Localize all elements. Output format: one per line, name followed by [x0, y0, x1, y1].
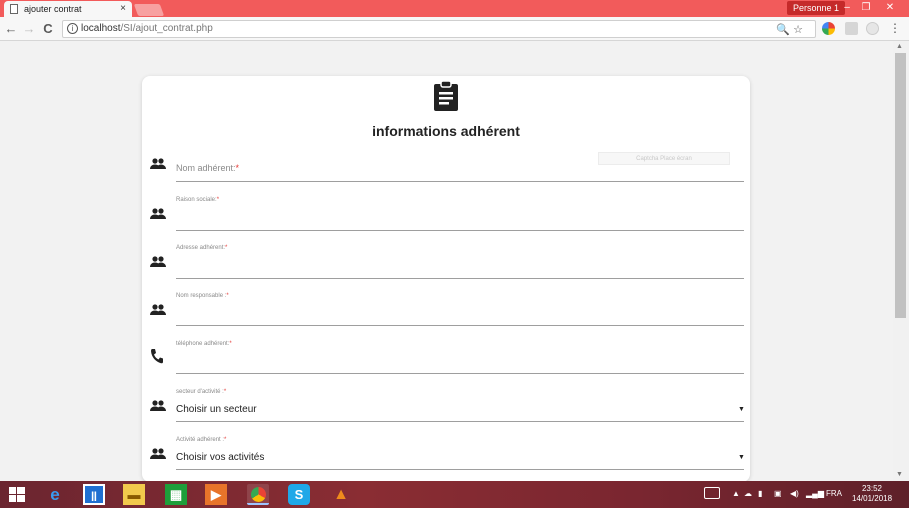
- select-value: Choisir vos activités: [176, 452, 265, 463]
- app-icon[interactable]: ‖: [83, 484, 105, 505]
- taskbar-clock[interactable]: 23:52 14/01/2018: [852, 484, 892, 504]
- clock-date: 14/01/2018: [852, 494, 893, 503]
- label-nom-responsable: Nom responsable :*: [176, 293, 229, 299]
- select-value: Choisir un secteur: [176, 404, 257, 415]
- store-icon[interactable]: ▦: [165, 484, 187, 505]
- input-underline: [176, 373, 744, 374]
- new-tab-button[interactable]: [133, 4, 165, 16]
- input-underline: [176, 278, 744, 279]
- chrome-icon[interactable]: [247, 484, 269, 505]
- tray-chevron-icon[interactable]: ▲: [732, 489, 740, 498]
- form-title: informations adhérent: [372, 123, 520, 139]
- bookmark-star-icon[interactable]: ☆: [793, 24, 803, 36]
- windows-taskbar: e ‖ ▬ ▦ ▶ S ▲ ▲ ☁ ▮ ▣ ◀) ▂▄▆ FRA: [0, 481, 909, 508]
- browser-titlebar: ajouter contrat × Personne 1 – ❐ ✕: [0, 0, 909, 17]
- input-underline: [176, 230, 744, 231]
- label-nom-adherent: Nom adhérent:*: [176, 163, 240, 173]
- field-nom-adherent[interactable]: Nom adhérent:*: [142, 154, 750, 182]
- vlc-icon[interactable]: ▲: [330, 484, 352, 505]
- input-underline: [176, 421, 744, 422]
- browser-toolbar: ← → C i localhost/SI/ajout_contrat.php 🔍…: [0, 17, 909, 41]
- people-icon: [150, 256, 166, 267]
- input-underline: [176, 469, 744, 470]
- language-indicator[interactable]: FRA: [826, 489, 842, 498]
- select-activite-adherent[interactable]: Activité adhérent :* Choisir vos activit…: [142, 434, 750, 472]
- scrollbar-thumb[interactable]: [895, 53, 906, 318]
- tab-title: ajouter contrat: [24, 4, 82, 14]
- url-host: localhost: [81, 23, 121, 34]
- extension-color-icon[interactable]: [822, 22, 835, 35]
- close-window-button[interactable]: ✕: [879, 0, 901, 17]
- label-raison-sociale: Raison sociale:*: [176, 197, 220, 203]
- field-nom-responsable[interactable]: Nom responsable :*: [142, 290, 750, 328]
- network-icon[interactable]: ▣: [774, 489, 782, 498]
- headphones-icon[interactable]: [866, 22, 879, 35]
- label-adresse-adherent: Adresse adhérent:*: [176, 245, 228, 251]
- dropdown-arrow-icon[interactable]: ▼: [738, 406, 745, 413]
- back-button[interactable]: ←: [4, 20, 18, 38]
- forward-button[interactable]: →: [22, 20, 36, 38]
- clock-time: 23:52: [861, 484, 883, 493]
- cloud-icon[interactable]: ☁: [744, 489, 752, 498]
- field-telephone-adherent[interactable]: téléphone adhérent:*: [142, 338, 750, 376]
- keyboard-icon[interactable]: [704, 487, 720, 499]
- tab-close-icon[interactable]: ×: [120, 3, 126, 14]
- windows-start-icon[interactable]: [6, 484, 28, 505]
- browser-menu-icon[interactable]: ⋮: [889, 21, 901, 35]
- input-underline: [176, 325, 744, 326]
- extension-icon[interactable]: [845, 22, 858, 35]
- address-bar[interactable]: i localhost/SI/ajout_contrat.php 🔍 ☆: [62, 20, 816, 38]
- reload-button[interactable]: C: [41, 20, 55, 38]
- restore-button[interactable]: ❐: [855, 0, 877, 17]
- people-icon: [150, 208, 166, 219]
- field-raison-sociale[interactable]: Raison sociale:*: [142, 194, 750, 232]
- media-player-icon[interactable]: ▶: [205, 484, 227, 505]
- clipboard-icon: [434, 80, 458, 111]
- label-secteur-activite: secteur d'activité :*: [176, 389, 227, 395]
- skype-icon[interactable]: S: [288, 484, 310, 505]
- people-icon: [150, 448, 166, 459]
- people-icon: [150, 304, 166, 315]
- input-underline: [176, 181, 744, 182]
- info-icon[interactable]: i: [67, 23, 78, 34]
- document-icon: [10, 4, 18, 14]
- phone-icon: [151, 349, 163, 364]
- label-activite-adherent: Activité adhérent :*: [176, 437, 227, 443]
- form-card: informations adhérent Captcha Place écra…: [142, 76, 750, 482]
- edge-icon[interactable]: e: [44, 484, 66, 505]
- field-adresse-adherent[interactable]: Adresse adhérent:*: [142, 242, 750, 280]
- dropdown-arrow-icon[interactable]: ▼: [738, 454, 745, 461]
- volume-icon[interactable]: ◀): [790, 489, 799, 498]
- scroll-up-icon[interactable]: ▲: [896, 43, 903, 50]
- zoom-icon[interactable]: 🔍: [776, 24, 790, 36]
- label-telephone-adherent: téléphone adhérent:*: [176, 341, 232, 347]
- select-secteur-activite[interactable]: secteur d'activité :* Choisir un secteur…: [142, 386, 750, 424]
- people-icon: [150, 400, 166, 411]
- people-icon: [150, 158, 166, 169]
- file-explorer-icon[interactable]: ▬: [123, 484, 145, 505]
- url-path: /SI/ajout_contrat.php: [120, 23, 213, 34]
- tray-app-icon[interactable]: ▮: [758, 489, 762, 498]
- browser-tab[interactable]: ajouter contrat ×: [4, 1, 132, 17]
- signal-icon[interactable]: ▂▄▆: [806, 489, 824, 498]
- scroll-down-icon[interactable]: ▼: [896, 471, 903, 478]
